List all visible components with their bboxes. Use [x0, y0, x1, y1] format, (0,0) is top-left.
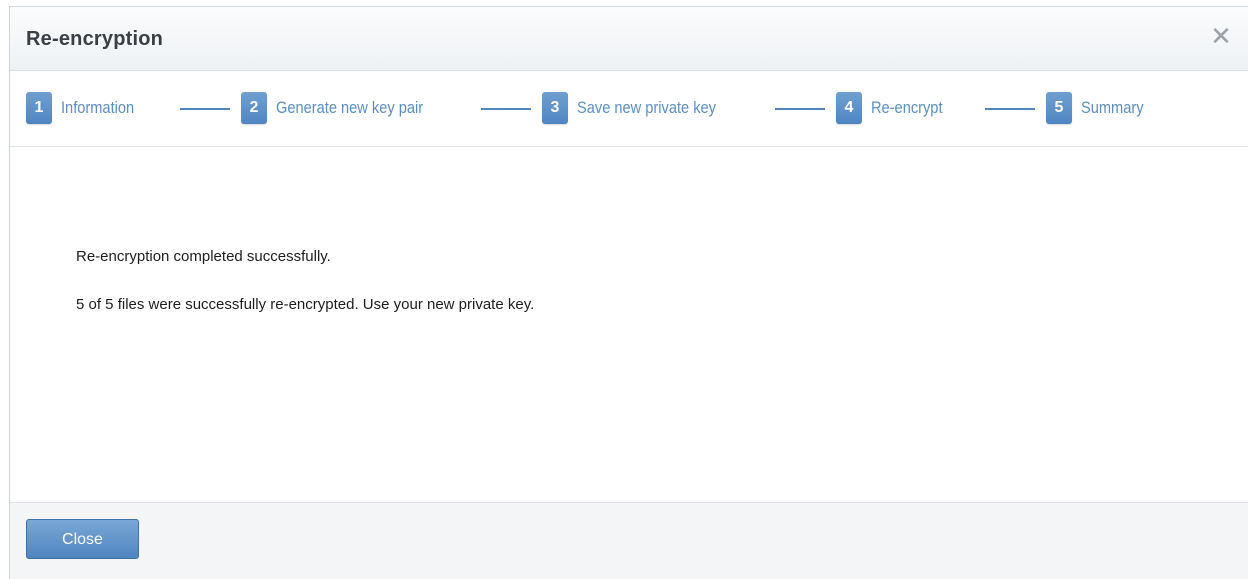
re-encryption-dialog: Re-encryption ✕ 1 Information 2 Generate…	[9, 6, 1248, 579]
step-save-private-key[interactable]: 3 Save new private key	[542, 91, 739, 125]
step-re-encrypt[interactable]: 4 Re-encrypt	[836, 91, 954, 125]
step-label: Re-encrypt	[871, 98, 943, 117]
step-generate-key-pair[interactable]: 2 Generate new key pair	[241, 91, 447, 125]
step-number-badge: 4	[836, 92, 862, 124]
step-label: Information	[61, 98, 135, 117]
status-message: Re-encryption completed successfully.	[76, 248, 331, 265]
close-icon[interactable]: ✕	[1208, 21, 1234, 51]
dialog-footer: Close	[10, 503, 1248, 579]
step-connector	[985, 108, 1035, 110]
step-label: Summary	[1081, 98, 1144, 117]
dialog-content: Re-encryption completed successfully. 5 …	[10, 147, 1248, 503]
step-number-badge: 5	[1046, 92, 1072, 124]
step-label: Generate new key pair	[276, 98, 424, 117]
dialog-titlebar: Re-encryption ✕	[10, 7, 1248, 71]
step-connector	[481, 108, 531, 110]
step-number-badge: 1	[26, 92, 52, 124]
dialog-title: Re-encryption	[26, 28, 164, 50]
step-information[interactable]: 1 Information	[26, 91, 146, 125]
step-label: Save new private key	[577, 98, 716, 117]
step-connector	[180, 108, 230, 110]
step-number-badge: 2	[241, 92, 267, 124]
step-connector	[775, 108, 825, 110]
step-number-badge: 3	[542, 92, 568, 124]
result-message: 5 of 5 files were successfully re-encryp…	[76, 296, 535, 313]
close-button[interactable]: Close	[26, 519, 139, 559]
step-summary[interactable]: 5 Summary	[1046, 91, 1154, 125]
wizard-steps: 1 Information 2 Generate new key pair 3 …	[10, 71, 1248, 147]
